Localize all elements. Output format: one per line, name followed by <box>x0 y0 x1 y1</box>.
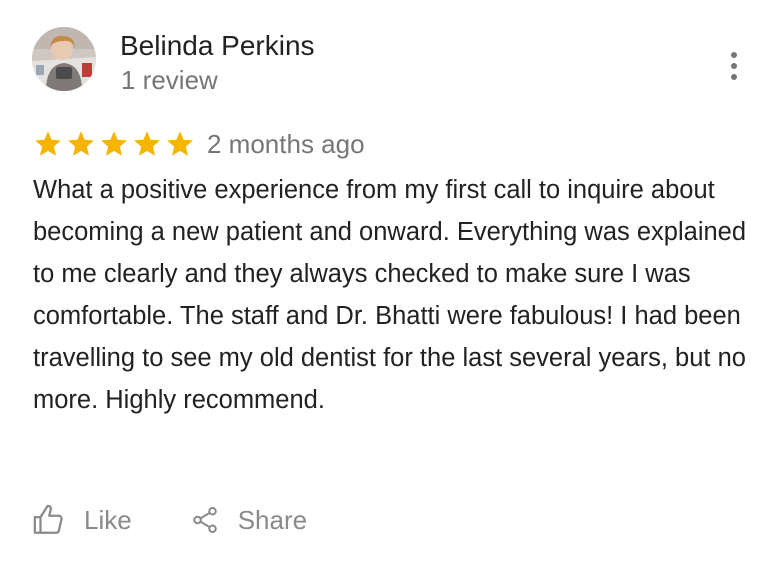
like-button[interactable]: Like <box>32 498 132 542</box>
star-rating <box>33 129 195 159</box>
review-count: 1 review <box>121 65 218 95</box>
star-icon <box>167 131 193 156</box>
review-actions: Like Share <box>32 498 307 542</box>
star-icon <box>101 131 127 156</box>
reviewer-name[interactable]: Belinda Perkins <box>120 30 315 62</box>
more-vert-icon-dot <box>731 74 737 80</box>
rating-row: 2 months ago <box>33 126 365 162</box>
review-text: What a positive experience from my first… <box>33 176 747 414</box>
more-vert-icon <box>731 52 737 58</box>
star-icon <box>68 131 94 156</box>
like-label: Like <box>84 505 132 535</box>
star-icon <box>134 131 160 156</box>
more-options-button[interactable] <box>720 48 748 84</box>
share-icon <box>192 507 217 533</box>
share-label: Share <box>237 505 308 535</box>
star-icon <box>35 131 61 156</box>
more-vert-icon-dot <box>731 63 737 69</box>
review-card: Belinda Perkins 1 review 2 months ago Wh… <box>0 0 762 564</box>
review-date: 2 months ago <box>207 129 365 159</box>
thumb-up-icon <box>33 504 63 534</box>
share-button[interactable]: Share <box>190 498 307 542</box>
person-photo-icon <box>32 27 96 91</box>
avatar[interactable] <box>32 27 96 91</box>
